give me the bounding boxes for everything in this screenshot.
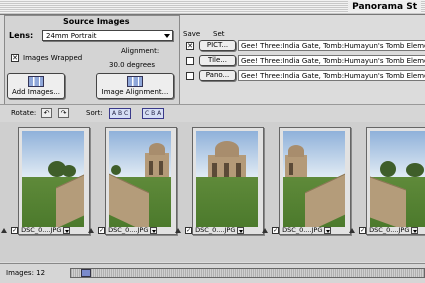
thumbnail-5[interactable] bbox=[366, 127, 425, 235]
triangle-icon[interactable] bbox=[349, 227, 355, 233]
sort-descending-button[interactable]: C B A bbox=[142, 108, 165, 119]
thumbnail-caption-5: ✓ DSC_0....JPG bbox=[349, 225, 425, 235]
thumbnail-checkbox[interactable]: ✓ bbox=[272, 226, 280, 234]
thumbnail-menu-icon[interactable] bbox=[324, 226, 332, 234]
thumbnail-3[interactable] bbox=[192, 127, 264, 235]
thumbnail-menu-icon[interactable] bbox=[411, 226, 419, 234]
images-wrapped-checkbox[interactable]: ✕ bbox=[11, 54, 19, 62]
image-alignment-label: Image Alignment... bbox=[101, 88, 169, 96]
window-title: Panorama St bbox=[348, 1, 421, 13]
triangle-icon[interactable] bbox=[175, 227, 181, 233]
save-pano-checkbox[interactable] bbox=[186, 72, 194, 80]
thumbnail-image bbox=[109, 131, 171, 227]
save-tile-checkbox[interactable] bbox=[186, 57, 194, 65]
thumbnail-image bbox=[283, 131, 345, 227]
save-pict-checkbox[interactable]: ✕ bbox=[186, 42, 194, 50]
add-images-label: Add Images... bbox=[11, 88, 61, 96]
chevron-down-icon bbox=[164, 34, 170, 38]
thumbnail-checkbox[interactable]: ✓ bbox=[11, 226, 19, 234]
thumbnail-caption-1: ✓ DSC_0....JPG bbox=[1, 225, 83, 235]
save-header: Save bbox=[183, 30, 201, 38]
thumbnail-image bbox=[196, 131, 258, 227]
thumbnail-checkbox[interactable]: ✓ bbox=[98, 226, 106, 234]
source-images-heading: Source Images bbox=[63, 17, 130, 26]
lens-label: Lens: bbox=[9, 31, 34, 40]
images-count: Images: 12 bbox=[6, 269, 46, 277]
triangle-icon[interactable] bbox=[262, 227, 268, 233]
rotate-left-icon[interactable]: ↶ bbox=[41, 108, 52, 118]
thumbnail-2[interactable] bbox=[105, 127, 177, 235]
thumbnail-caption-4: ✓ DSC_0....JPG bbox=[262, 225, 344, 235]
tile-set-field[interactable]: Gee! Three:India Gate, Tomb:Humayun's To… bbox=[238, 55, 425, 66]
source-images-group: Source Images Lens: 24mm Portrait ✕ Imag… bbox=[4, 15, 180, 105]
images-wrapped-label: Images Wrapped bbox=[23, 54, 83, 62]
pict-set-field[interactable]: Gee! Three:India Gate, Tomb:Humayun's To… bbox=[238, 40, 425, 51]
thumbnail-filename: DSC_0....JPG bbox=[108, 226, 149, 234]
thumbnail-menu-icon[interactable] bbox=[63, 226, 71, 234]
sort-label: Sort: bbox=[86, 109, 103, 117]
set-header: Set bbox=[213, 30, 225, 38]
thumbnail-strip: ✓ DSC_0....JPG ✓ DSC_0....JPG ✓ DSC_0...… bbox=[0, 122, 425, 262]
thumbnail-menu-icon[interactable] bbox=[237, 226, 245, 234]
thumbnail-1[interactable] bbox=[18, 127, 90, 235]
thumbnail-filename: DSC_0....JPG bbox=[282, 226, 323, 234]
image-alignment-button[interactable]: Image Alignment... bbox=[96, 73, 174, 99]
tile-button[interactable]: Tile... bbox=[199, 55, 236, 66]
alignment-label: Alignment: bbox=[121, 47, 160, 55]
thumbnail-4[interactable] bbox=[279, 127, 351, 235]
pano-set-field[interactable]: Gee! Three:India Gate, Tomb:Humayun's To… bbox=[238, 70, 425, 81]
thumbnail-image bbox=[22, 131, 84, 227]
lens-select-value: 24mm Portrait bbox=[46, 32, 97, 40]
horizontal-scrollbar[interactable] bbox=[70, 268, 425, 278]
thumbnail-toolbar: Rotate: ↶ ↷ Sort: A B C C B A bbox=[0, 104, 425, 123]
thumbnail-caption-2: ✓ DSC_0....JPG bbox=[88, 225, 170, 235]
window-titlebar[interactable]: Panorama St bbox=[0, 0, 425, 15]
add-images-icon bbox=[28, 76, 44, 87]
thumbnail-menu-icon[interactable] bbox=[150, 226, 158, 234]
thumbnail-filename: DSC_0....JPG bbox=[369, 226, 410, 234]
rotate-right-icon[interactable]: ↷ bbox=[58, 108, 69, 118]
thumbnail-filename: DSC_0....JPG bbox=[195, 226, 236, 234]
triangle-icon[interactable] bbox=[88, 227, 94, 233]
thumbnail-image bbox=[370, 131, 425, 227]
lens-select[interactable]: 24mm Portrait bbox=[42, 30, 173, 41]
add-images-button[interactable]: Add Images... bbox=[7, 73, 65, 99]
triangle-icon[interactable] bbox=[1, 227, 7, 233]
rotate-label: Rotate: bbox=[11, 109, 37, 117]
scrollbar-thumb[interactable] bbox=[81, 269, 91, 277]
thumbnail-checkbox[interactable]: ✓ bbox=[185, 226, 193, 234]
thumbnail-filename: DSC_0....JPG bbox=[21, 226, 62, 234]
alignment-value: 30.0 degrees bbox=[109, 61, 155, 69]
thumbnail-checkbox[interactable]: ✓ bbox=[359, 226, 367, 234]
sort-ascending-button[interactable]: A B C bbox=[109, 108, 132, 119]
pano-button[interactable]: Pano... bbox=[199, 70, 236, 81]
pict-button[interactable]: PICT... bbox=[199, 40, 236, 51]
thumbnail-caption-3: ✓ DSC_0....JPG bbox=[175, 225, 257, 235]
image-alignment-icon bbox=[127, 76, 143, 87]
status-bar: Images: 12 bbox=[0, 263, 425, 283]
